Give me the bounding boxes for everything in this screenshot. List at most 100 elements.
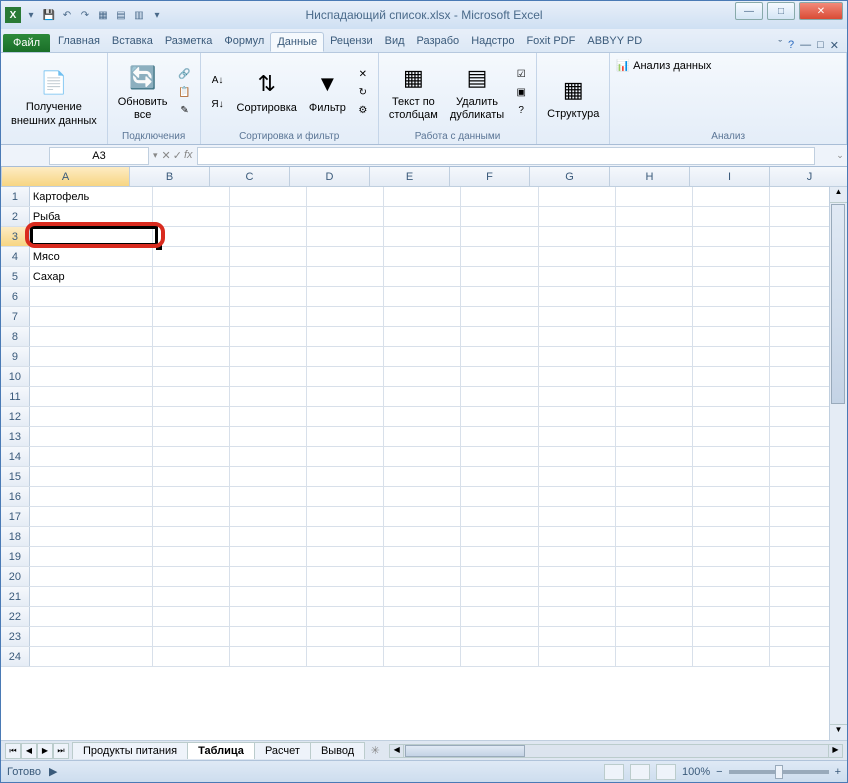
cell[interactable] <box>539 247 616 266</box>
row-header[interactable]: 19 <box>1 547 30 566</box>
cell[interactable] <box>616 507 693 526</box>
cell[interactable] <box>693 487 770 506</box>
reapply-button[interactable]: ↻ <box>354 84 372 100</box>
cell[interactable] <box>30 327 153 346</box>
cell[interactable] <box>693 187 770 206</box>
text-to-columns-button[interactable]: ▦ Текст по столбцам <box>385 60 442 124</box>
cell[interactable] <box>153 207 230 226</box>
cell[interactable] <box>153 387 230 406</box>
row-header[interactable]: 1 <box>1 187 30 206</box>
cell[interactable] <box>384 547 461 566</box>
cell[interactable] <box>693 547 770 566</box>
cell[interactable] <box>230 367 307 386</box>
cell[interactable] <box>539 527 616 546</box>
row-header[interactable]: 21 <box>1 587 30 606</box>
formula-input[interactable] <box>197 147 815 165</box>
zoom-in-button[interactable]: + <box>835 766 841 778</box>
filter-button[interactable]: ▼ Фильтр <box>305 66 350 117</box>
cell[interactable] <box>30 527 153 546</box>
cell[interactable] <box>307 507 384 526</box>
column-header[interactable]: F <box>450 167 530 186</box>
cell[interactable] <box>30 607 153 626</box>
minimize-button[interactable]: — <box>735 2 763 20</box>
cell[interactable] <box>153 307 230 326</box>
cell[interactable] <box>153 567 230 586</box>
ribbon-tab[interactable]: Разметка <box>159 32 219 52</box>
grid-rows[interactable]: 1Картофель2Рыба34Мясо5Сахар6789101112131… <box>1 187 847 740</box>
close-button[interactable]: ✕ <box>799 2 843 20</box>
qat-dropdown-icon[interactable]: ▾ <box>23 7 39 23</box>
cell[interactable] <box>307 407 384 426</box>
ribbon-tab[interactable]: Вид <box>379 32 411 52</box>
cell[interactable] <box>539 207 616 226</box>
cell[interactable] <box>230 487 307 506</box>
cell[interactable] <box>384 267 461 286</box>
macro-record-icon[interactable]: ▶ <box>49 765 57 778</box>
cell[interactable] <box>230 427 307 446</box>
cell[interactable] <box>693 207 770 226</box>
row-header[interactable]: 8 <box>1 327 30 346</box>
cell[interactable] <box>307 247 384 266</box>
cell[interactable] <box>616 627 693 646</box>
normal-view-button[interactable] <box>604 764 624 780</box>
first-sheet-button[interactable]: ⏮ <box>5 743 21 759</box>
row-header[interactable]: 24 <box>1 647 30 666</box>
cell[interactable] <box>461 567 538 586</box>
row-header[interactable]: 14 <box>1 447 30 466</box>
cell[interactable] <box>616 607 693 626</box>
cell[interactable] <box>30 367 153 386</box>
cell[interactable] <box>693 467 770 486</box>
ribbon-tab[interactable]: Данные <box>270 32 324 52</box>
cell[interactable] <box>307 427 384 446</box>
cell[interactable] <box>384 327 461 346</box>
cell[interactable] <box>616 447 693 466</box>
cell[interactable] <box>693 227 770 246</box>
cell[interactable] <box>307 647 384 666</box>
cell[interactable] <box>461 527 538 546</box>
cell[interactable] <box>616 647 693 666</box>
cell[interactable] <box>539 387 616 406</box>
cell[interactable] <box>461 267 538 286</box>
cell[interactable] <box>153 447 230 466</box>
cell[interactable] <box>461 187 538 206</box>
cell[interactable] <box>539 187 616 206</box>
cell[interactable] <box>461 447 538 466</box>
cell[interactable] <box>461 547 538 566</box>
clear-filter-button[interactable]: ✕ <box>354 66 372 82</box>
edit-links-button[interactable]: ✎ <box>176 102 194 118</box>
cell[interactable] <box>461 407 538 426</box>
cell[interactable] <box>230 467 307 486</box>
cell[interactable] <box>30 287 153 306</box>
cell[interactable] <box>539 467 616 486</box>
ribbon-tab[interactable]: Вставка <box>106 32 159 52</box>
cell[interactable] <box>230 507 307 526</box>
cell[interactable] <box>384 627 461 646</box>
row-header[interactable]: 22 <box>1 607 30 626</box>
cell[interactable] <box>30 627 153 646</box>
cell[interactable] <box>616 247 693 266</box>
next-sheet-button[interactable]: ▶ <box>37 743 53 759</box>
cell[interactable] <box>30 467 153 486</box>
cell[interactable] <box>307 307 384 326</box>
data-validation-button[interactable]: ☑ <box>512 66 530 82</box>
cell[interactable] <box>616 387 693 406</box>
doc-minimize-icon[interactable]: — <box>800 39 811 52</box>
cell[interactable] <box>307 387 384 406</box>
cell[interactable] <box>384 587 461 606</box>
advanced-button[interactable]: ⚙ <box>354 102 372 118</box>
cell[interactable] <box>616 307 693 326</box>
outline-button[interactable]: ▦ Структура <box>543 72 603 123</box>
ribbon-tab[interactable]: Надстро <box>465 32 520 52</box>
row-header[interactable]: 17 <box>1 507 30 526</box>
cell[interactable] <box>307 607 384 626</box>
cell[interactable] <box>539 427 616 446</box>
cell[interactable] <box>30 307 153 326</box>
cell[interactable] <box>539 487 616 506</box>
cell[interactable] <box>539 547 616 566</box>
cell[interactable] <box>153 187 230 206</box>
cell[interactable] <box>616 227 693 246</box>
cell[interactable] <box>693 267 770 286</box>
cell[interactable] <box>307 327 384 346</box>
cell[interactable] <box>693 387 770 406</box>
row-header[interactable]: 3 <box>1 227 30 246</box>
